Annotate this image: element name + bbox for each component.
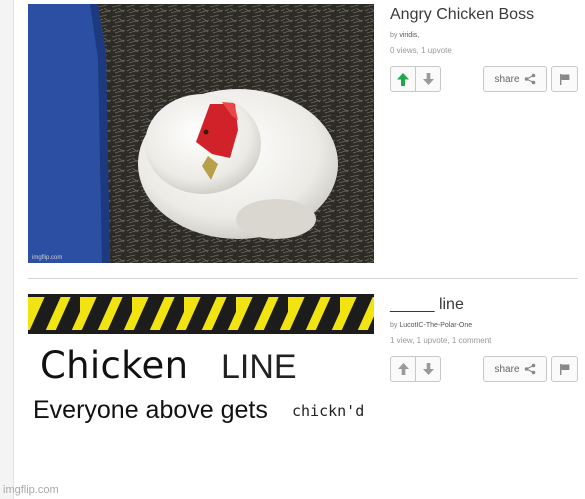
post-stats: 1 view, 1 upvote, 1 comment [390,336,492,345]
meme-text-everyone: Everyone above gets [33,396,268,424]
share-icon [524,73,535,85]
arrow-down-icon [422,73,434,85]
post-title[interactable]: _____ line [390,295,580,315]
author-link[interactable]: LucotIC-The-Polar-One [399,322,472,329]
post-title[interactable]: Angry Chicken Boss [390,5,580,25]
meme-text-line: LINE [221,348,297,386]
post-stats: 0 views, 1 upvote [390,46,452,55]
share-button[interactable]: share [483,356,547,382]
meme-post: Chicken LINE Everyone above gets chickn'… [28,294,580,499]
upvote-button[interactable] [390,66,416,92]
arrow-up-icon [397,72,409,86]
downvote-button[interactable] [415,66,441,92]
upvote-button[interactable] [390,356,416,382]
left-gutter [0,0,14,499]
by-label: by [390,32,398,39]
by-label: by [390,322,398,329]
flag-button[interactable] [551,66,578,92]
downvote-button[interactable] [415,356,441,382]
share-icon [524,363,535,375]
post-actions: share [390,66,580,94]
chicken-photo: imgflip.com [28,4,374,263]
meme-image-chicken-line[interactable]: Chicken LINE Everyone above gets chickn'… [28,294,374,499]
author-link[interactable]: viridis, [399,32,419,39]
post-info: Angry Chicken Boss by viridis, 0 views, … [390,4,580,92]
post-byline: by viridis, [390,32,580,39]
share-label: share [494,73,520,85]
share-label: share [494,363,520,375]
share-button[interactable]: share [483,66,547,92]
meme-text-chickned: chickn'd [292,402,365,420]
arrow-up-icon [397,363,409,375]
flag-icon [559,363,569,375]
meme-text-chicken: Chicken [40,344,189,387]
image-watermark: imgflip.com [32,255,62,261]
arrow-down-icon [422,363,434,375]
post-actions: share [390,356,580,384]
post-divider [28,278,578,279]
post-byline: by LucotIC-The-Polar-One [390,322,580,329]
meme-image-angry-chicken[interactable]: imgflip.com [28,4,374,263]
flag-button[interactable] [551,356,578,382]
post-info: _____ line by LucotIC-The-Polar-One 1 vi… [390,294,580,382]
caution-stripe [28,294,374,334]
flag-icon [559,73,569,85]
meme-post: imgflip.com Angry Chicken Boss by viridi… [28,4,580,264]
site-watermark: imgflip.com [3,484,59,496]
